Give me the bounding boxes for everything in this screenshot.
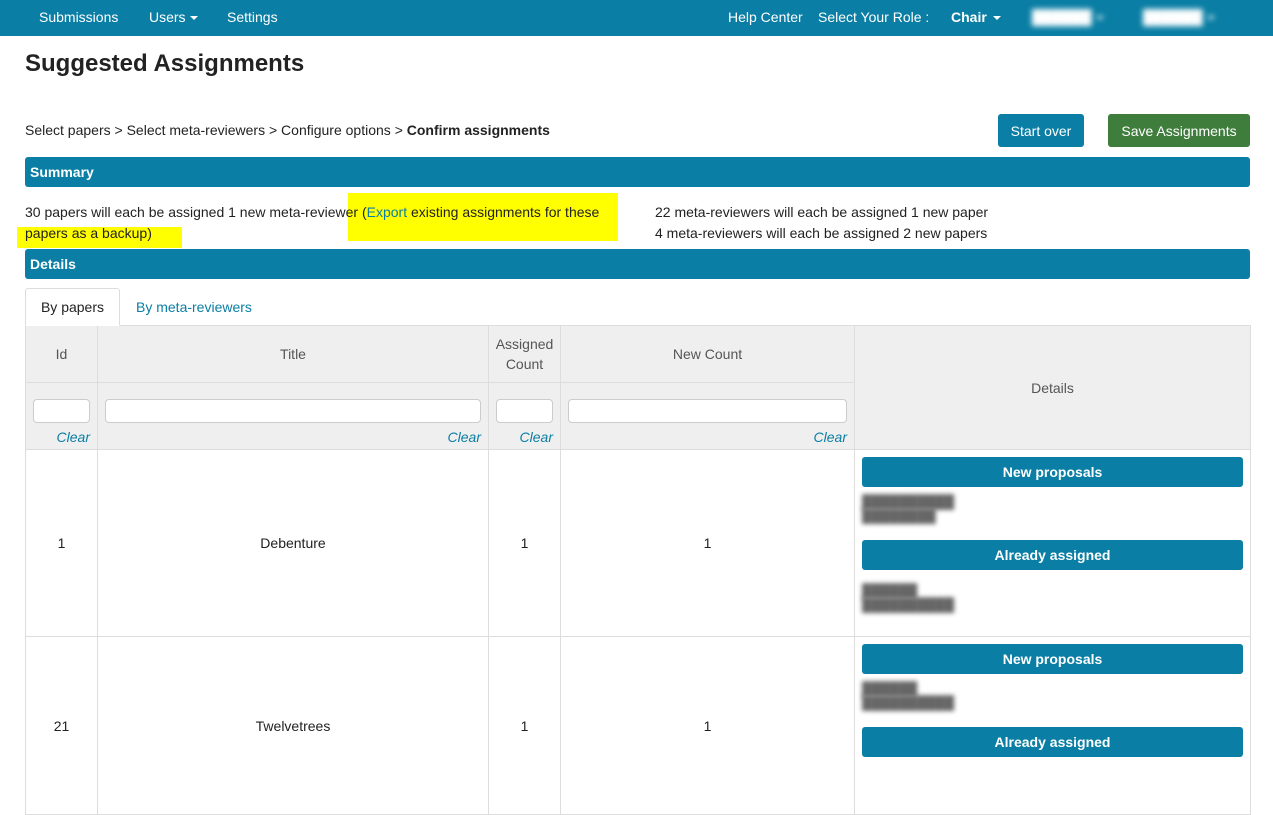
column-header-id[interactable]: Id <box>25 325 98 383</box>
column-header-title[interactable]: Title <box>97 325 489 383</box>
table-row: 1 Debenture 1 1 New proposals ██████████… <box>25 449 1251 637</box>
nav-users-label: Users <box>149 9 186 25</box>
chevron-down-icon <box>1206 16 1215 21</box>
tab-by-papers[interactable]: By papers <box>25 288 120 326</box>
filter-input-id[interactable] <box>33 399 90 423</box>
new-proposals-button[interactable]: New proposals <box>862 457 1243 487</box>
nav-users[interactable]: Users <box>149 9 198 25</box>
filter-cell-new-count: Clear <box>560 382 855 450</box>
clear-filter-assigned-count[interactable]: Clear <box>489 429 553 445</box>
column-header-new-count[interactable]: New Count <box>560 325 855 383</box>
assignments-table: Id Title Assigned Count New Count Detail… <box>25 325 1251 815</box>
save-assignments-button[interactable]: Save Assignments <box>1108 114 1250 147</box>
cell-details: New proposals ██████████ ████████ Alread… <box>854 449 1251 637</box>
chevron-down-icon <box>992 16 1001 21</box>
breadcrumb-step-select-papers: Select papers <box>25 122 111 138</box>
cell-id: 1 <box>25 449 98 637</box>
breadcrumb: Select papers > Select meta-reviewers > … <box>25 122 550 138</box>
select-role-label: Select Your Role : <box>818 9 930 25</box>
cell-assigned-count: 1 <box>488 636 561 815</box>
table-row: 21 Twelvetrees 1 1 New proposals ██████ … <box>25 636 1251 815</box>
cell-title: Twelvetrees <box>97 636 489 815</box>
conference-dropdown[interactable]: ██████ <box>1032 9 1104 25</box>
meta-reviewers-summary: 22 meta-reviewers will each be assigned … <box>655 202 988 244</box>
column-header-details: Details <box>854 325 1251 450</box>
redacted-name: ██████ <box>862 583 918 598</box>
already-assigned-button[interactable]: Already assigned <box>862 540 1243 570</box>
top-nav-bar: Submissions Users Settings Help Center S… <box>0 0 1273 36</box>
column-header-assigned-count[interactable]: Assigned Count <box>488 325 561 383</box>
redacted-name: ██████████ <box>862 494 955 509</box>
redacted-name: ██████ <box>862 681 918 696</box>
summary-heading: Summary <box>25 157 1250 187</box>
clear-filter-title[interactable]: Clear <box>98 429 481 445</box>
new-proposals-button[interactable]: New proposals <box>862 644 1243 674</box>
papers-summary-text: 30 papers will each be assigned 1 new me… <box>25 204 367 220</box>
cell-title: Debenture <box>97 449 489 637</box>
clear-filter-new-count[interactable]: Clear <box>561 429 847 445</box>
breadcrumb-step-select-meta-reviewers: Select meta-reviewers <box>126 122 266 138</box>
nav-settings[interactable]: Settings <box>227 9 278 25</box>
cell-new-count: 1 <box>560 449 855 637</box>
breadcrumb-separator: > <box>268 122 278 138</box>
breadcrumb-separator: > <box>394 122 403 138</box>
page-title: Suggested Assignments <box>25 50 305 77</box>
proposed-meta-reviewer: ██████ ██████████ <box>862 682 1243 722</box>
cell-id: 21 <box>25 636 98 815</box>
meta-summary-line: 4 meta-reviewers will each be assigned 2… <box>655 225 988 241</box>
details-heading: Details <box>25 249 1250 279</box>
filter-cell-assigned-count: Clear <box>488 382 561 450</box>
nav-submissions[interactable]: Submissions <box>39 9 118 25</box>
already-assigned-button[interactable]: Already assigned <box>862 727 1243 757</box>
filter-input-title[interactable] <box>105 399 481 423</box>
redacted-email: ██████████ <box>862 597 955 612</box>
cell-details: New proposals ██████ ██████████ Already … <box>854 636 1251 815</box>
redacted-email: ██████████ <box>862 695 955 710</box>
breadcrumb-step-configure-options: Configure options <box>281 122 391 138</box>
role-dropdown-value: Chair <box>951 9 987 25</box>
meta-summary-line: 22 meta-reviewers will each be assigned … <box>655 204 989 220</box>
breadcrumb-current-step: Confirm assignments <box>406 122 550 138</box>
role-dropdown[interactable]: Chair <box>951 9 1001 25</box>
chevron-down-icon <box>189 16 198 21</box>
filter-input-assigned-count[interactable] <box>496 399 553 423</box>
tab-by-meta-reviewers[interactable]: By meta-reviewers <box>136 299 252 315</box>
chevron-down-icon <box>1095 16 1104 21</box>
redacted-email: ████████ <box>862 508 936 523</box>
nav-help-center[interactable]: Help Center <box>728 9 803 25</box>
clear-filter-id[interactable]: Clear <box>26 429 90 445</box>
export-link[interactable]: Export <box>367 204 407 220</box>
cell-assigned-count: 1 <box>488 449 561 637</box>
filter-cell-id: Clear <box>25 382 98 450</box>
filter-input-new-count[interactable] <box>568 399 847 423</box>
papers-summary: 30 papers will each be assigned 1 new me… <box>25 202 625 244</box>
cell-new-count: 1 <box>560 636 855 815</box>
proposed-meta-reviewer: ██████████ ████████ <box>862 495 1243 535</box>
filter-cell-title: Clear <box>97 382 489 450</box>
start-over-button[interactable]: Start over <box>998 114 1084 147</box>
breadcrumb-separator: > <box>114 122 123 138</box>
assigned-meta-reviewer: ██████ ██████████ <box>862 584 1243 624</box>
user-menu[interactable]: ██████ <box>1143 9 1215 25</box>
